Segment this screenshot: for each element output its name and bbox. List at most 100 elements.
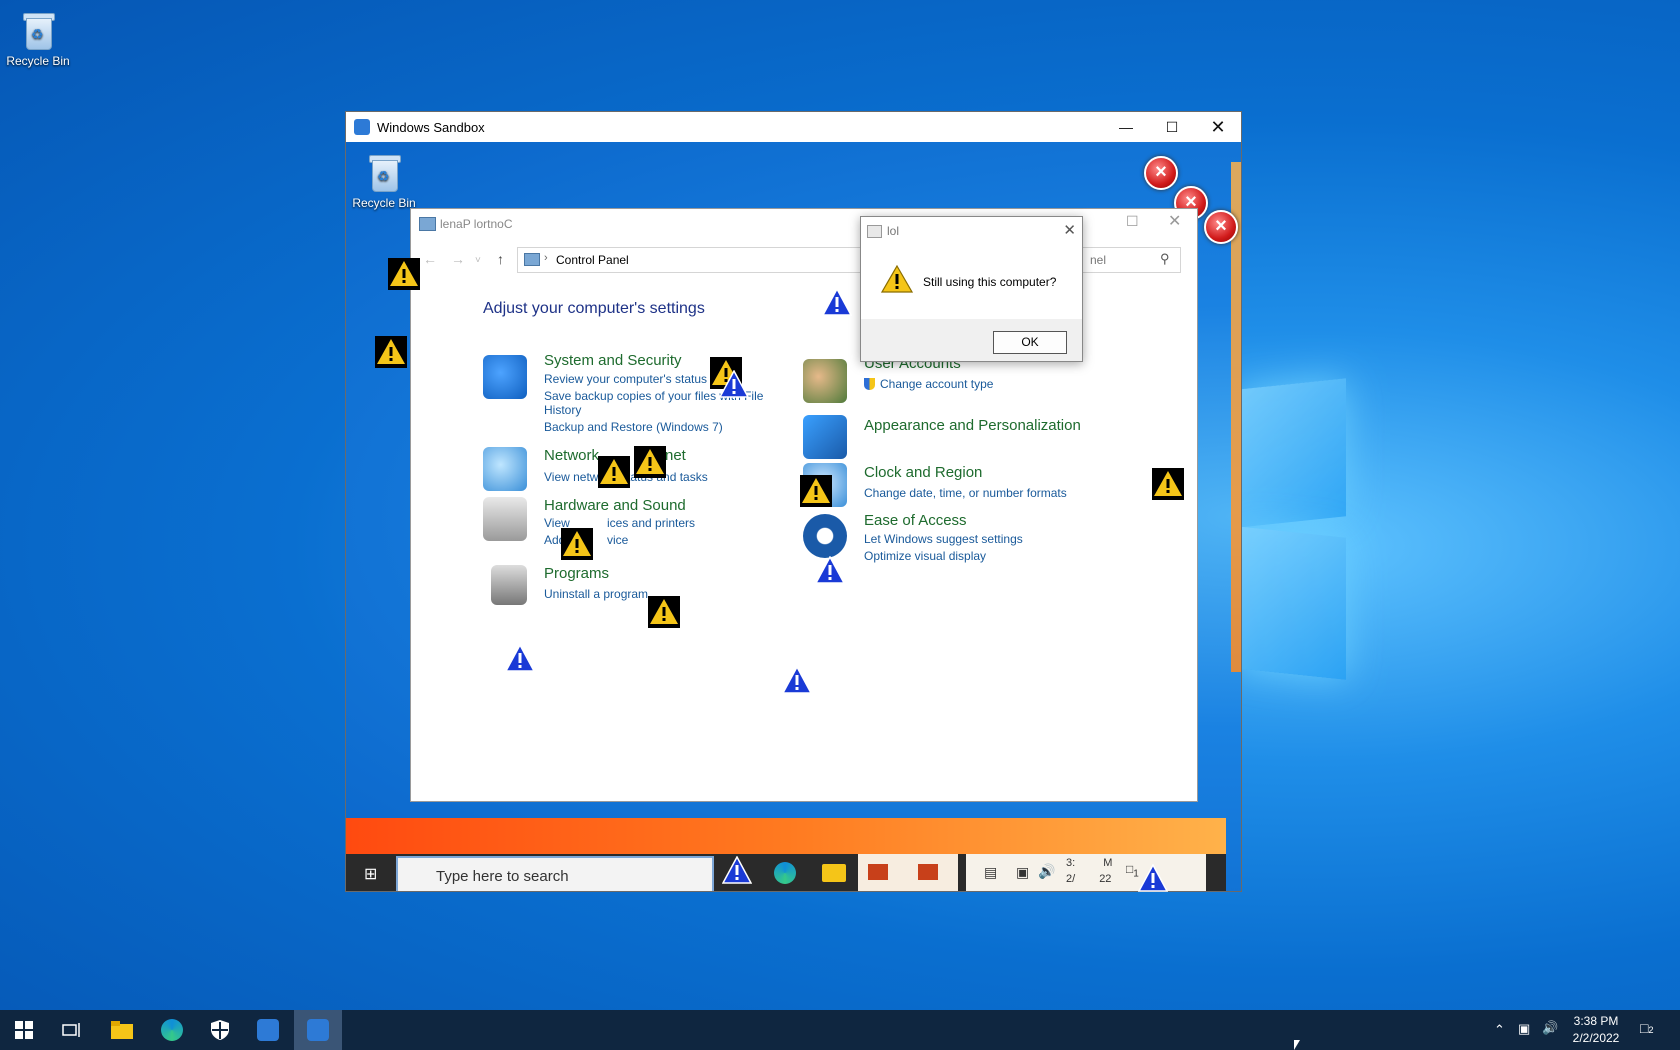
taskbar-search-placeholder: Type here to search (436, 868, 569, 885)
security-button[interactable] (196, 1010, 244, 1050)
ok-button[interactable]: OK (993, 331, 1067, 354)
breadcrumb-chevron-icon: › (544, 252, 548, 264)
category-ease-of-access[interactable]: Ease of Access (864, 512, 967, 529)
sandbox-desktop: ♻ Recycle Bin × × × lenaP lortnoC ☐ ✕ ← … (346, 142, 1241, 891)
start-icon[interactable]: ⊞ (364, 864, 377, 884)
start-button[interactable] (0, 1010, 48, 1050)
link-uninstall-program[interactable]: Uninstall a program (544, 587, 648, 601)
blue-warning-icon (719, 370, 749, 398)
blue-warning-icon (822, 288, 852, 316)
edge-icon[interactable] (774, 862, 796, 884)
printer-icon (483, 497, 527, 541)
category-clock-region[interactable]: Clock and Region (864, 464, 982, 481)
user-accounts-icon (803, 359, 847, 403)
link-backup-restore[interactable]: Backup and Restore (Windows 7) (544, 420, 723, 434)
network-icon[interactable]: ▣ (1518, 1021, 1530, 1037)
back-button[interactable]: ← (423, 251, 437, 267)
maximize-button[interactable]: ☐ (1126, 213, 1139, 230)
blue-warning-icon (782, 666, 812, 694)
close-button[interactable]: ✕ (1168, 211, 1181, 231)
shield-icon (483, 355, 527, 399)
close-button[interactable]: ✕ (1195, 112, 1241, 142)
warning-icon (598, 456, 630, 488)
network-globe-icon (483, 447, 527, 491)
link-review-status[interactable]: Review your computer's status (544, 372, 707, 386)
file-explorer-icon[interactable] (822, 864, 846, 882)
maximize-button[interactable]: ☐ (1149, 112, 1195, 142)
link-date-time-formats[interactable]: Change date, time, or number formats (864, 486, 1067, 500)
file-explorer-button[interactable] (98, 1010, 146, 1050)
message-dialog[interactable]: lol ✕ Still using this computer? OK (860, 216, 1083, 362)
sandbox-taskbar: ⊞ Type here to search ▤ ▣ 🔊 3: M 2/22 □1 (346, 854, 1226, 891)
notification-icon[interactable]: □1 (1126, 862, 1139, 879)
category-network[interactable]: Network (544, 447, 599, 464)
sandbox-button[interactable] (244, 1010, 292, 1050)
ease-of-access-icon (803, 514, 847, 558)
category-hardware-sound[interactable]: Hardware and Sound (544, 497, 686, 514)
dialog-app-icon (867, 225, 882, 238)
warning-icon (561, 528, 593, 560)
notification-center-icon[interactable]: □2 (1640, 1020, 1653, 1036)
minimize-button[interactable]: — (1103, 112, 1149, 142)
category-programs[interactable]: Programs (544, 565, 609, 582)
warning-icon (648, 596, 680, 628)
clock-time[interactable]: 3:38 PM (1568, 1014, 1624, 1028)
edge-button[interactable] (148, 1010, 196, 1050)
sandbox-window[interactable]: Windows Sandbox — ☐ ✕ ♻ Recycle Bin × × … (345, 111, 1242, 892)
mouse-cursor-icon (1294, 1040, 1300, 1050)
link-network-status[interactable]: View netw (544, 470, 598, 484)
forward-button[interactable]: → (451, 251, 465, 267)
programs-icon (491, 565, 527, 605)
sandbox-recycle-bin[interactable]: ♻ Recycle Bin (346, 152, 422, 210)
blue-warning-icon (815, 556, 845, 584)
control-panel-title: lenaP lortnoC (440, 217, 513, 231)
network-icon[interactable]: ▣ (1016, 864, 1029, 881)
taskbar-search-box[interactable]: Type here to search (396, 856, 714, 891)
news-icon[interactable]: ▤ (984, 864, 997, 881)
sandbox-system-tray: ▤ ▣ 🔊 3: M 2/22 □1 (966, 854, 1206, 891)
dialog-close-button[interactable]: ✕ (1063, 221, 1076, 239)
glitch-orange-strip (346, 818, 1226, 854)
taskbar: ⌃ ▣ 🔊 3:38 PM 2/2/2022 □2 (0, 1010, 1680, 1050)
task-view-button[interactable] (48, 1010, 96, 1050)
sandbox-title: Windows Sandbox (377, 120, 485, 135)
sandbox-active-button[interactable] (294, 1010, 342, 1050)
sandbox-app-icon (354, 119, 370, 135)
sandbox-icon (257, 1019, 279, 1041)
control-panel-task-icon[interactable] (868, 864, 888, 880)
windows-security-icon (211, 1020, 229, 1040)
dialog-message: Still using this computer? (923, 275, 1057, 289)
edge-icon (161, 1019, 183, 1041)
clock-date[interactable]: 2/2/2022 (1568, 1031, 1624, 1045)
sandbox-titlebar[interactable]: Windows Sandbox — ☐ ✕ (346, 112, 1241, 142)
up-button[interactable]: ↑ (497, 251, 504, 267)
error-icon: × (1204, 210, 1238, 244)
link-backup-copies-history[interactable]: History (544, 403, 581, 417)
warning-icon (388, 258, 420, 290)
recent-dropdown[interactable]: ˅ (475, 255, 481, 266)
recycle-bin-icon: ♻ (366, 152, 402, 192)
clock-date[interactable]: 2/22 (1066, 873, 1111, 885)
link-optimize-display[interactable]: Optimize visual display (864, 549, 986, 563)
control-panel-icon (419, 217, 436, 231)
link-change-account-type[interactable]: Change account type (880, 377, 993, 391)
clock-time[interactable]: 3: M (1066, 857, 1112, 869)
show-hidden-icons[interactable]: ⌃ (1494, 1022, 1505, 1038)
control-panel-icon (524, 253, 540, 266)
search-input[interactable]: nel (1090, 253, 1106, 267)
link-windows-suggest[interactable]: Let Windows suggest settings (864, 532, 1023, 546)
search-icon[interactable]: ⚲ (1160, 251, 1170, 267)
link-add-device-tail[interactable]: vice (607, 533, 628, 547)
dialog-title: lol (887, 224, 900, 238)
category-system-security[interactable]: System and Security (544, 352, 682, 369)
dialog-task-icon[interactable] (918, 864, 938, 880)
volume-icon[interactable]: 🔊 (1038, 863, 1055, 880)
recycle-bin-icon: ♻ (20, 10, 56, 50)
sandbox-icon (307, 1019, 329, 1041)
taskbar-running-apps (858, 854, 958, 891)
breadcrumb[interactable]: Control Panel (556, 253, 629, 267)
link-devices-printers-tail[interactable]: ices and printers (607, 516, 695, 530)
volume-icon[interactable]: 🔊 (1542, 1020, 1558, 1036)
desktop-recycle-bin[interactable]: ♻ Recycle Bin (0, 10, 76, 68)
category-appearance[interactable]: Appearance and Personalization (864, 417, 1081, 434)
